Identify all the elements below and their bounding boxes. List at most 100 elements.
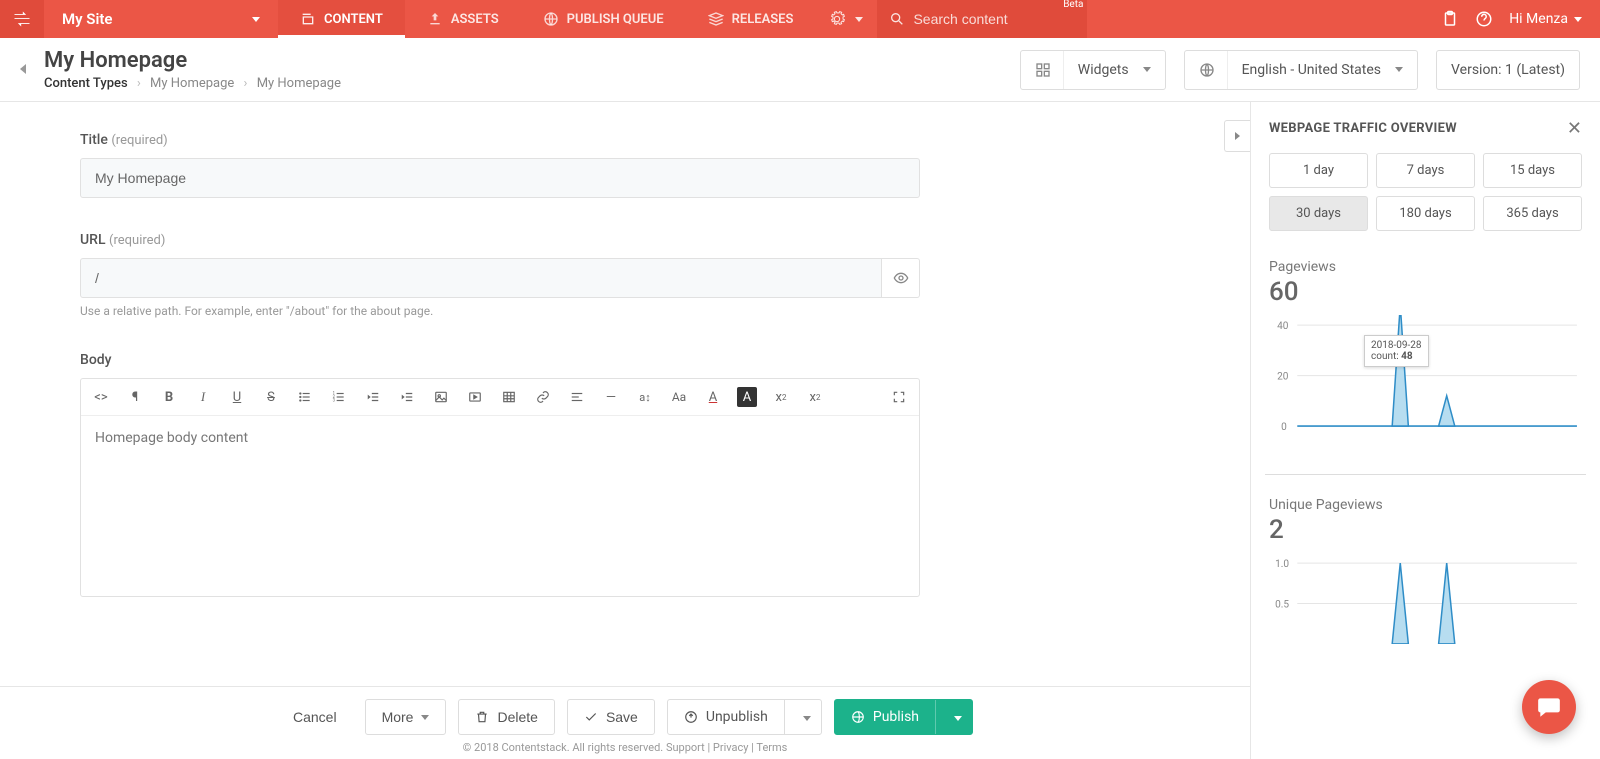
outdent-icon[interactable] [363,387,383,407]
search-area[interactable]: Beta [877,0,1087,38]
help-button[interactable] [1475,10,1493,28]
footer-privacy-link[interactable]: Privacy [713,741,749,754]
field-title: Title (required) [80,132,920,198]
chevron-right-icon: › [238,76,254,91]
widgets-picker[interactable]: Widgets [1020,50,1166,90]
nav-settings[interactable] [815,0,877,38]
italic-icon[interactable]: I [193,387,213,407]
crumb-content-types[interactable]: Content Types [44,76,128,91]
code-view-icon[interactable]: <> [91,387,111,407]
range-365days[interactable]: 365 days [1483,196,1582,231]
subscript-icon[interactable]: x2 [805,387,825,407]
delete-button[interactable]: Delete [458,699,554,735]
nav-publish-queue[interactable]: PUBLISH QUEUE [521,0,686,38]
table-icon[interactable] [499,387,519,407]
underline-icon[interactable]: U [227,387,247,407]
unpublish-caret[interactable] [793,700,821,734]
bullet-list-icon[interactable] [295,387,315,407]
svg-text:40: 40 [1277,321,1289,332]
font-bg-icon[interactable]: A [737,387,757,407]
footer-terms-link[interactable]: Terms [756,741,787,754]
range-180days[interactable]: 180 days [1376,196,1475,231]
image-icon[interactable] [431,387,451,407]
url-input[interactable] [80,258,882,298]
pageviews-value: 60 [1269,277,1582,307]
app-logo[interactable] [0,0,44,38]
text-height-icon[interactable]: a↕ [635,387,655,407]
svg-text:1.0: 1.0 [1275,559,1289,570]
page-title: My Homepage [44,48,341,73]
url-hint: Use a relative path. For example, enter … [80,304,920,318]
rte-body[interactable]: Homepage body content [81,416,919,596]
align-icon[interactable] [567,387,587,407]
chart-tooltip: 2018-09-28 count: 48 [1364,335,1429,367]
nav-assets[interactable]: ASSETS [405,0,521,38]
svg-text:3: 3 [333,398,336,403]
hr-icon[interactable]: — [601,387,621,407]
chevron-left-icon [20,64,26,74]
tooltip-count-label: count: [1371,351,1399,362]
clipboard-button[interactable] [1441,10,1459,28]
footer-bar: Cancel More Delete Save Unpublish Publis… [0,686,1250,758]
beta-badge: Beta [1063,0,1083,10]
ordered-list-icon[interactable]: 123 [329,387,349,407]
paragraph-icon[interactable]: ¶ [125,387,145,407]
range-7days[interactable]: 7 days [1376,153,1475,188]
sidebar-collapse-toggle[interactable] [1224,120,1250,152]
gear-icon [829,11,845,27]
cancel-button[interactable]: Cancel [277,700,353,734]
nav-content[interactable]: CONTENT [278,0,405,38]
site-picker[interactable]: My Site [44,0,278,38]
more-button[interactable]: More [365,699,447,735]
version-picker[interactable]: Version: 1 (Latest) [1436,50,1580,90]
user-menu[interactable]: Hi Menza [1509,11,1582,27]
url-preview-button[interactable] [882,258,920,298]
video-icon[interactable] [465,387,485,407]
required-indicator: (required) [109,233,165,248]
superscript-icon[interactable]: x2 [771,387,791,407]
unique-label: Unique Pageviews [1269,497,1582,513]
font-color-icon[interactable]: A [703,387,723,407]
locale-picker[interactable]: English - United States [1184,50,1418,90]
chevron-down-icon [954,716,962,721]
rte-toolbar: <> ¶ B I U S 123 [81,379,919,416]
version-label: Version: 1 (Latest) [1451,62,1565,78]
title-input[interactable] [80,158,920,198]
field-body: Body <> ¶ B I U S 123 [80,352,920,597]
range-1day[interactable]: 1 day [1269,153,1368,188]
field-url: URL (required) Use a relative path. For … [80,232,920,318]
sidebar-heading: WEBPAGE TRAFFIC OVERVIEW [1269,121,1457,136]
publish-caret[interactable] [944,700,972,734]
footer-copyright: © 2018 Contentstack. All rights reserved… [0,735,1250,754]
required-indicator: (required) [111,133,167,148]
indent-icon[interactable] [397,387,417,407]
back-button[interactable] [20,62,26,78]
link-icon[interactable] [533,387,553,407]
close-icon[interactable]: ✕ [1567,118,1582,139]
fullscreen-icon[interactable] [889,387,909,407]
svg-text:0.5: 0.5 [1275,600,1289,611]
check-icon [584,710,598,724]
range-30days[interactable]: 30 days [1269,196,1368,231]
globe-icon [851,710,865,724]
chat-fab[interactable] [1522,680,1576,734]
page-header: My Homepage Content Types › My Homepage … [0,38,1600,102]
tooltip-date: 2018-09-28 [1371,340,1422,351]
unique-pageviews-metric: Unique Pageviews 2 1.0 0.5 [1269,497,1582,648]
nav-releases-label: RELEASES [732,12,794,27]
publish-button[interactable]: Publish [834,699,973,735]
crumb-homepage-entry: My Homepage [257,76,341,91]
crumb-homepage-type[interactable]: My Homepage [150,76,234,91]
unpublish-button[interactable]: Unpublish [667,699,822,735]
search-input[interactable] [913,11,1053,27]
strike-icon[interactable]: S [261,387,281,407]
nav-publish-queue-label: PUBLISH QUEUE [567,12,664,27]
font-size-icon[interactable]: Aa [669,387,689,407]
chevron-down-icon [252,17,260,22]
range-15days[interactable]: 15 days [1483,153,1582,188]
footer-support-link[interactable]: Support [666,741,705,754]
bold-icon[interactable]: B [159,387,179,407]
save-button[interactable]: Save [567,699,655,735]
widgets-icon [1035,62,1051,78]
nav-releases[interactable]: RELEASES [686,0,816,38]
